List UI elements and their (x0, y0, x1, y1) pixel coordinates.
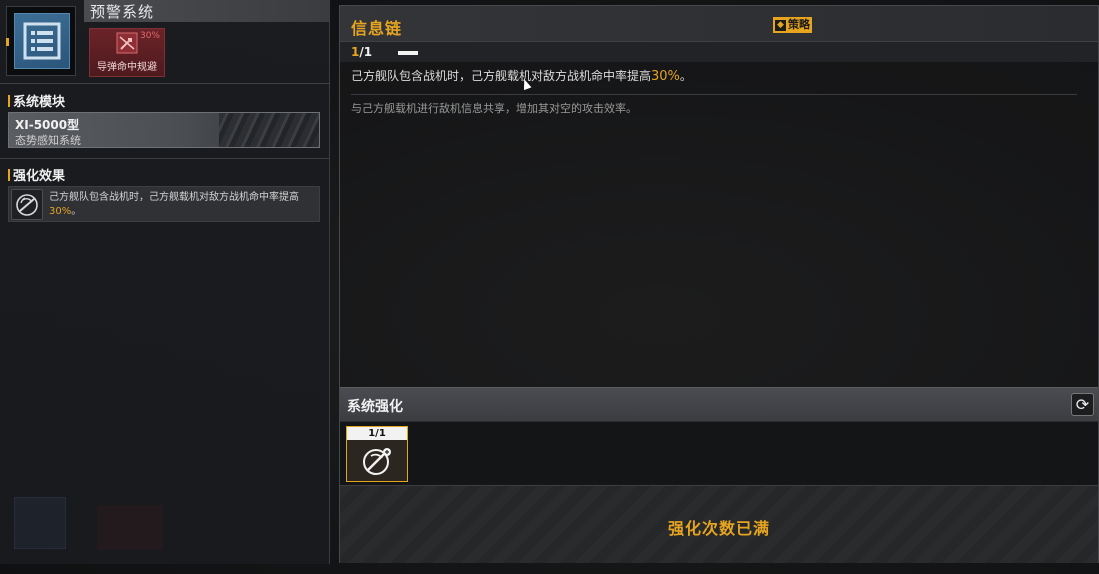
effect-section-title: 强化效果 (8, 165, 65, 184)
strategy-icon: ◆ (775, 19, 786, 31)
system-header: 预警系统 30% 导弹命中规避 (0, 0, 330, 84)
level-total: /1 (359, 45, 373, 59)
module-card[interactable]: XI-5000型 态势感知系统 (8, 112, 320, 148)
info-title: 信息链 (351, 19, 403, 38)
enhance-header: 系统强化 ⟳ (340, 387, 1098, 422)
skill-card[interactable]: 30% 导弹命中规避 (89, 28, 165, 77)
description-divider (351, 94, 1077, 95)
system-title: 预警系统 (90, 3, 155, 21)
description-end: 。 (679, 69, 692, 83)
description-percent: 30% (651, 69, 680, 84)
background-ghost-card (97, 505, 163, 550)
info-header: 信息链 ◆ 策略 (340, 6, 1098, 42)
radar-icon (11, 189, 43, 220)
game-screen: 预警系统 30% 导弹命中规避 系统模块 XI-5000型 态势感知系统 强化效… (0, 0, 1099, 574)
module-section-title: 系统模块 (8, 91, 65, 110)
flavor-text: 与己方舰载机进行敌机信息共享，增加其对空的攻击效率。 (351, 102, 637, 115)
effect-text: 己方舰队包含战机时，己方舰载机对敌方战机命中率提高 30%。 (49, 191, 314, 219)
strategy-label: 策略 (788, 18, 810, 31)
level-indicator: 1/1 (351, 45, 372, 59)
level-bar (398, 51, 418, 55)
radar-icon (363, 448, 391, 475)
module-subtitle: 态势感知系统 (15, 134, 81, 147)
module-image (219, 113, 319, 147)
skill-percent: 30% (139, 31, 160, 41)
description-main: 己方舰队包含战机时，己方舰载机对敌方战机命中率提高 (351, 69, 652, 83)
selection-marker (6, 38, 9, 46)
divider (0, 158, 330, 159)
missile-evade-icon (116, 32, 138, 54)
background-ghost-icon (14, 497, 66, 549)
skill-label: 导弹命中规避 (97, 62, 157, 73)
enhance-title: 系统强化 (347, 399, 403, 415)
refresh-icon: ⟳ (1075, 395, 1090, 414)
refresh-button[interactable]: ⟳ (1071, 393, 1094, 416)
enhance-slot-level: 1/1 (347, 427, 407, 440)
enhance-slot[interactable]: 1/1 (346, 426, 408, 482)
max-enhance-bar: 强化次数已满 (340, 485, 1098, 563)
left-panel: 预警系统 30% 导弹命中规避 系统模块 XI-5000型 态势感知系统 强化效… (0, 0, 330, 564)
effect-text-main: 己方舰队包含战机时，己方舰载机对敌方战机命中率提高 (49, 192, 299, 203)
effect-text-percent: 30% (49, 206, 72, 217)
level-row: 1/1 (340, 42, 1098, 62)
enhance-status: 强化次数已满 (667, 519, 770, 538)
effect-card: 己方舰队包含战机时，己方舰载机对敌方战机命中率提高 30%。 (8, 186, 320, 222)
strategy-button[interactable]: ◆ 策略 (773, 17, 812, 33)
effect-text-end: 。 (71, 206, 82, 217)
list-icon (14, 13, 70, 69)
enhance-row: 1/1 (340, 422, 1098, 484)
module-name: XI-5000型 (15, 118, 80, 132)
right-panel: 信息链 ◆ 策略 1/1 己方舰队包含战机时，己方舰载机对敌方战机命中率提高30… (339, 5, 1099, 563)
